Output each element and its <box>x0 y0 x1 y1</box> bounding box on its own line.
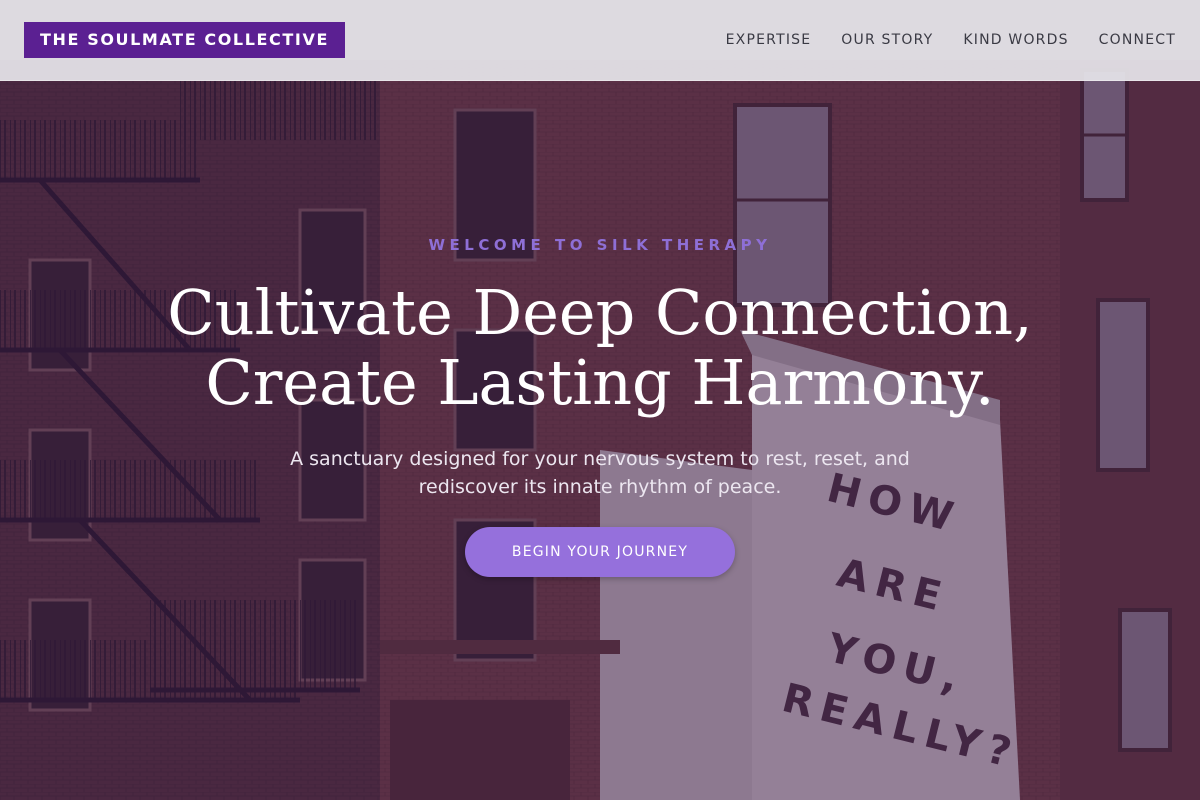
hero-headline-line-1: Cultivate Deep Connection, <box>167 276 1033 349</box>
hero-headline: Cultivate Deep Connection, Create Lastin… <box>0 278 1200 418</box>
hero-eyebrow: WELCOME TO SILK THERAPY <box>428 236 772 254</box>
hero-subtitle: A sanctuary designed for your nervous sy… <box>290 448 910 498</box>
hero-headline-line-2: Create Lasting Harmony. <box>205 346 995 419</box>
begin-journey-button[interactable]: BEGIN YOUR JOURNEY <box>465 527 735 577</box>
hero-content: WELCOME TO SILK THERAPY Cultivate Deep C… <box>0 0 1200 800</box>
